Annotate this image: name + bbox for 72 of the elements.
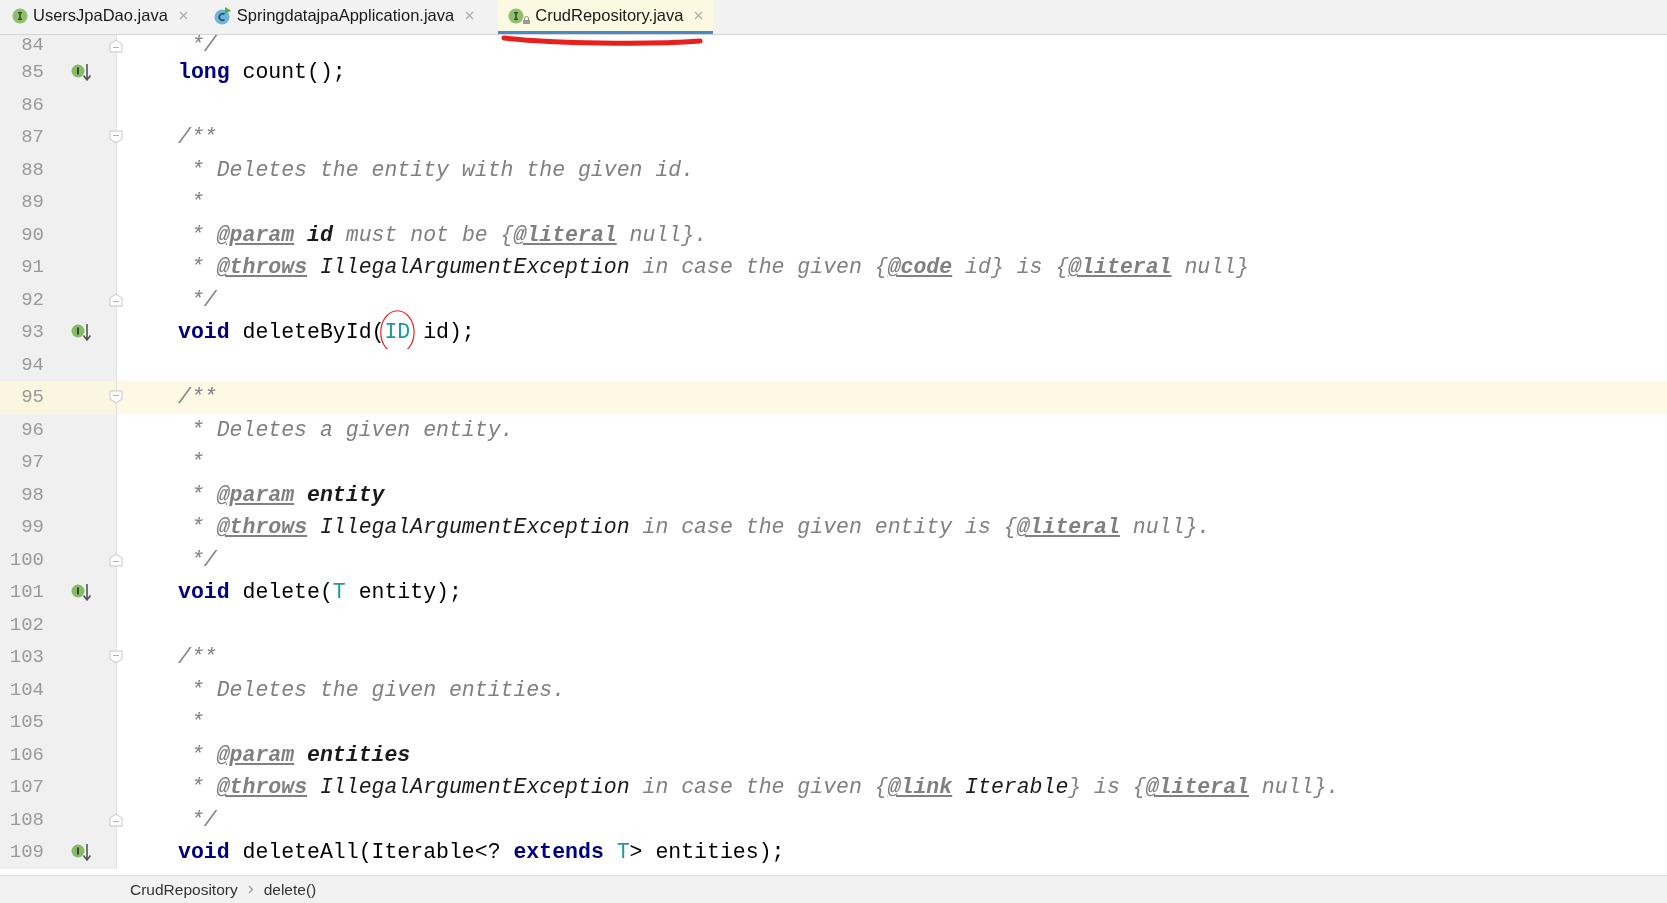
fold-icon[interactable] — [109, 390, 123, 405]
comment-line: */ — [189, 287, 217, 312]
comment-line: * Deletes the entity with the given id. — [189, 157, 695, 182]
line-number: 109 — [8, 841, 44, 864]
line-number: 106 — [8, 743, 44, 766]
close-icon[interactable] — [465, 11, 475, 20]
line-number: 102 — [8, 613, 44, 636]
line-number: 99 — [20, 516, 44, 539]
code-line: void deleteAll(Iterable<? extends T> entities); — [178, 840, 785, 865]
line-number: 96 — [20, 418, 44, 441]
comment-line: * @throws IllegalArgumentException in case the given {@code id} is {@literal null} — [189, 255, 1249, 280]
fold-icon[interactable] — [109, 812, 123, 827]
line-number: 84 — [20, 35, 44, 56]
fold-icon[interactable] — [109, 292, 123, 307]
close-icon[interactable] — [178, 11, 188, 20]
comment-line: * — [189, 710, 204, 735]
lock-icon — [523, 15, 531, 24]
line-number: 97 — [20, 451, 44, 474]
line-number: 105 — [8, 711, 44, 734]
line-number: 88 — [20, 158, 44, 181]
class-icon — [213, 6, 232, 25]
breadcrumb-item[interactable]: CrudRepository — [130, 880, 238, 899]
line-number: 101 — [8, 581, 44, 604]
interface-icon — [508, 7, 525, 24]
comment-line: * @throws IllegalArgumentException in case the given entity is {@literal null}. — [189, 515, 1211, 540]
comment-line: * Deletes a given entity. — [189, 417, 514, 442]
file-tab[interactable]: UsersJpaDao.java — [10, 0, 198, 34]
line-number: 98 — [20, 483, 44, 506]
line-number: 107 — [8, 776, 44, 799]
implemented-method-icon[interactable] — [71, 321, 93, 344]
code-line: void deleteById(ID id); — [178, 320, 475, 345]
comment-line: * @param entities — [189, 742, 411, 767]
line-number: 94 — [20, 353, 44, 376]
fold-icon[interactable] — [109, 650, 123, 665]
fold-icon[interactable] — [109, 552, 123, 567]
comment-line: * @param id must not be {@literal null}. — [189, 222, 708, 247]
close-icon[interactable] — [694, 11, 704, 20]
fold-icon[interactable] — [109, 130, 123, 145]
comment-line: * — [189, 450, 204, 475]
line-number: 89 — [20, 191, 44, 214]
line-number: 86 — [20, 93, 44, 116]
comment-line: /** — [178, 385, 217, 410]
line-number: 92 — [20, 288, 44, 311]
file-tab[interactable]: SpringdatajpaApplication.java — [211, 0, 485, 34]
breadcrumb-item[interactable]: delete() — [263, 880, 317, 899]
comment-line: */ — [189, 547, 217, 572]
fold-icon[interactable] — [109, 38, 123, 53]
line-number: 100 — [8, 548, 44, 571]
line-number: 90 — [20, 223, 44, 246]
line-number: 103 — [8, 646, 44, 669]
chevron-icon — [247, 885, 254, 894]
comment-line: * — [189, 190, 204, 215]
comment-line: * @throws IllegalArgumentException in case the given {@link Iterable} is {@literal null}. — [189, 775, 1340, 800]
line-number: 91 — [20, 256, 44, 279]
line-number: 93 — [20, 321, 44, 344]
line-number: 95 — [20, 386, 44, 409]
comment-line: /** — [178, 125, 217, 150]
implemented-method-icon[interactable] — [71, 581, 93, 604]
comment-line: */ — [189, 35, 217, 56]
code-line: void delete(T entity); — [178, 580, 462, 605]
interface-icon — [12, 7, 28, 24]
comment-line: * Deletes the given entities. — [189, 677, 566, 702]
code-line: long count(); — [178, 60, 346, 85]
line-number: 87 — [20, 126, 44, 149]
line-number: 104 — [8, 678, 44, 701]
implemented-method-icon[interactable] — [71, 61, 93, 84]
comment-line: */ — [189, 807, 217, 832]
line-number: 108 — [8, 808, 44, 831]
implemented-method-icon[interactable] — [71, 841, 93, 864]
comment-line: * @param entity — [189, 482, 385, 507]
comment-line: /** — [178, 645, 217, 670]
line-number: 85 — [20, 61, 44, 84]
